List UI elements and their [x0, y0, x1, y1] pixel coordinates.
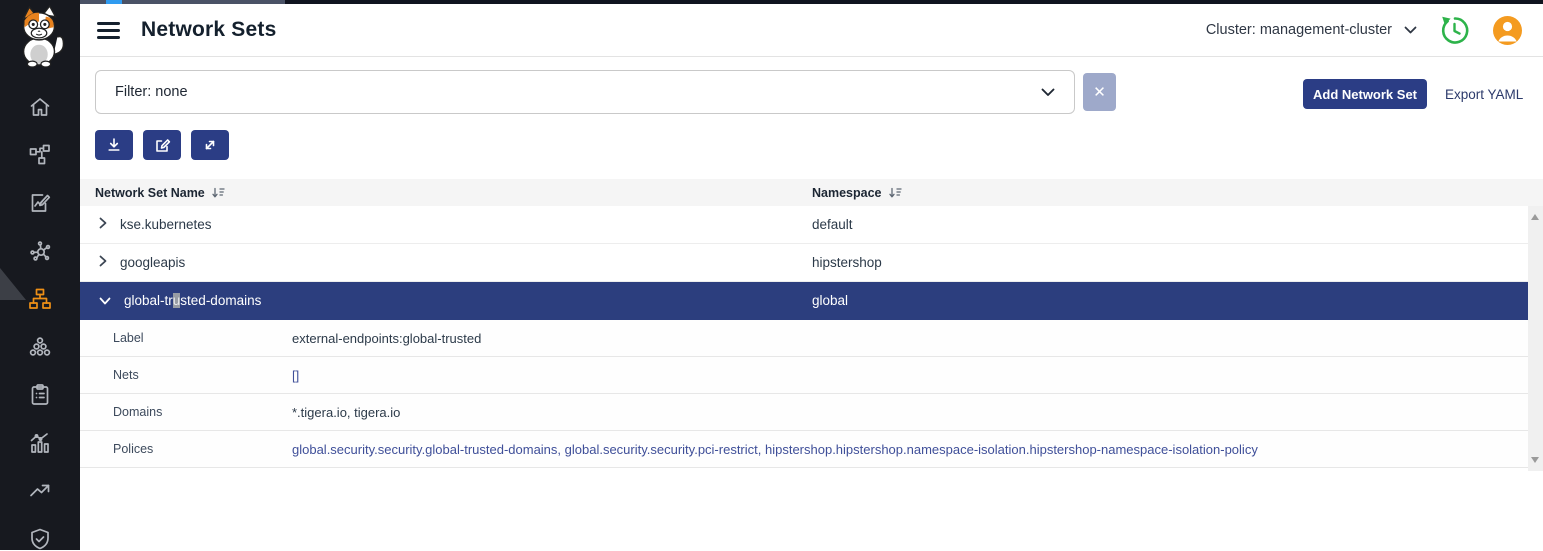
sidebar [0, 0, 80, 550]
sort-icon[interactable] [889, 187, 902, 199]
filter-toolbar: Filter: none ✕ Add Network Set Export YA… [80, 57, 1543, 130]
edit-button[interactable] [143, 130, 181, 160]
browser-tab-accent [106, 0, 122, 4]
network-set-name: global-trusted-domains [124, 293, 261, 308]
table-row-global-trusted-domains[interactable]: global-trusted-domains global [80, 282, 1528, 320]
network-set-namespace: hipstershop [812, 255, 1528, 270]
table-body: kse.kubernetes default googleapis hipste… [80, 206, 1543, 468]
history-icon [1439, 15, 1470, 46]
topbar-right: Cluster: management-cluster [1206, 15, 1523, 46]
chevron-right-icon[interactable] [99, 217, 107, 232]
history-button[interactable] [1439, 15, 1470, 46]
export-yaml-link[interactable]: Export YAML [1445, 79, 1523, 109]
detail-row-polices: Polices global.security.security.global-… [80, 431, 1528, 468]
table-rows: kse.kubernetes default googleapis hipste… [80, 206, 1528, 468]
chevron-down-icon[interactable] [99, 293, 111, 308]
detail-row-label: Label external-endpoints:global-trusted [80, 320, 1528, 357]
main-area: Network Sets Cluster: management-cluster [80, 4, 1543, 550]
page-title: Network Sets [141, 18, 276, 42]
edit-icon [154, 137, 171, 154]
vertical-scrollbar[interactable] [1528, 206, 1543, 471]
network-sets-icon [28, 287, 52, 311]
clusters-icon [28, 335, 52, 359]
hamburger-menu-icon[interactable] [97, 22, 120, 39]
trend-arrow-icon [28, 479, 52, 503]
network-sets-table: Network Set Name Namespace [80, 179, 1543, 468]
download-icon [106, 137, 122, 153]
user-avatar-icon [1492, 15, 1523, 46]
topbar: Network Sets Cluster: management-cluster [80, 4, 1543, 57]
detail-value: external-endpoints:global-trusted [292, 331, 1528, 346]
clipboard-icon [28, 383, 52, 407]
sidebar-item-policies[interactable] [28, 191, 52, 215]
chart-metrics-icon [28, 431, 52, 455]
detail-row-nets: Nets [] [80, 357, 1528, 394]
sidebar-item-metrics[interactable] [28, 431, 52, 455]
sidebar-item-service-graph[interactable] [28, 239, 52, 263]
browser-top-strip [0, 0, 1543, 4]
user-menu-button[interactable] [1492, 15, 1523, 46]
filter-dropdown[interactable]: Filter: none [95, 70, 1075, 114]
detail-value: [] [292, 368, 1528, 383]
sidebar-item-trends[interactable] [28, 479, 52, 503]
network-set-namespace: default [812, 217, 1528, 232]
sidebar-nav [0, 95, 80, 551]
detail-row-domains: Domains *.tigera.io, tigera.io [80, 394, 1528, 431]
sidebar-item-clusters[interactable] [28, 335, 52, 359]
expand-button[interactable] [191, 130, 229, 160]
close-icon: ✕ [1093, 83, 1106, 101]
sidebar-item-network-sets[interactable] [28, 287, 52, 311]
sidebar-corner-wedge [0, 268, 26, 300]
filter-value: Filter: none [115, 84, 188, 100]
shield-check-icon [28, 527, 52, 551]
policy-links[interactable]: global.security.security.global-trusted-… [292, 442, 1528, 457]
policy-edit-icon [28, 191, 52, 215]
calico-cat-logo [11, 4, 69, 68]
cluster-selector-label: Cluster: management-cluster [1206, 22, 1392, 38]
home-icon [28, 95, 52, 119]
sidebar-item-home[interactable] [28, 95, 52, 119]
detail-value: *.tigera.io, tigera.io [292, 405, 1528, 420]
table-row-googleapis[interactable]: googleapis hipstershop [80, 244, 1528, 282]
scroll-down-arrow-icon[interactable] [1531, 457, 1539, 463]
column-header-namespace[interactable]: Namespace [812, 186, 1543, 200]
service-graph-icon [28, 239, 52, 263]
table-header: Network Set Name Namespace [80, 179, 1543, 206]
scroll-up-arrow-icon[interactable] [1531, 214, 1539, 220]
download-button[interactable] [95, 130, 133, 160]
chevron-right-icon[interactable] [99, 255, 107, 270]
expand-diagonal-icon [202, 137, 218, 153]
sidebar-item-compliance-reports[interactable] [28, 383, 52, 407]
sidebar-item-flow-visualizations[interactable] [28, 143, 52, 167]
column-header-name[interactable]: Network Set Name [80, 186, 812, 200]
cluster-selector[interactable]: Cluster: management-cluster [1206, 22, 1417, 38]
sort-icon[interactable] [212, 187, 225, 199]
chevron-down-icon [1404, 26, 1417, 34]
clear-filter-button[interactable]: ✕ [1083, 73, 1116, 111]
action-buttons-row [80, 130, 1543, 160]
flow-topology-icon [28, 143, 52, 167]
network-set-name: googleapis [120, 255, 185, 270]
add-network-set-button[interactable]: Add Network Set [1303, 79, 1427, 109]
sidebar-item-threat-defense[interactable] [28, 527, 52, 551]
table-row-kse-kubernetes[interactable]: kse.kubernetes default [80, 206, 1528, 244]
network-set-namespace: global [812, 293, 1528, 308]
network-set-name: kse.kubernetes [120, 217, 212, 232]
chevron-down-icon [1041, 88, 1055, 97]
